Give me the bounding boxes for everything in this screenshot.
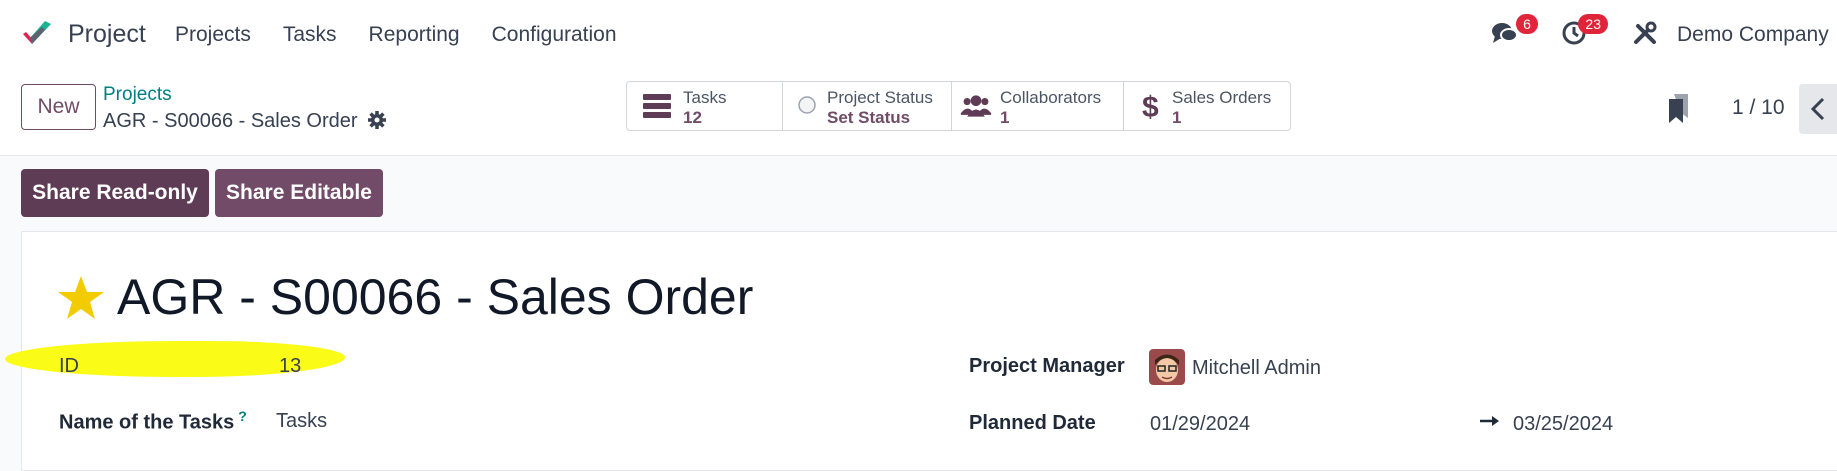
app-name[interactable]: Project [68,20,146,49]
status-circle-icon [798,96,816,114]
project-manager-field[interactable]: Mitchell Admin [1192,357,1321,380]
tools-icon [1634,21,1657,44]
smart-buttons: Tasks 12 Project Status Set Status Colla… [626,81,1291,131]
new-button[interactable]: New [21,84,96,130]
id-value: 13 [279,355,302,377]
favorite-star-icon[interactable] [57,275,105,321]
pager-value[interactable]: 1 / 10 [1732,96,1785,120]
project-status-value: Set Status [827,108,911,127]
record-title[interactable]: AGR - S00066 - Sales Order [117,268,753,326]
messages-badge: 6 [1516,14,1538,34]
menu-reporting[interactable]: Reporting [369,23,460,47]
users-icon [960,95,992,117]
messages-button[interactable]: 6 [1490,14,1538,52]
company-switcher[interactable]: Demo Company [1677,23,1829,47]
project-status-button[interactable]: Project Status Set Status [783,82,952,130]
tasks-name-field[interactable]: Tasks [276,410,327,433]
tasks-name-label: Name of the Tasks? [59,408,247,435]
arrow-right-icon [1480,416,1499,426]
breadcrumb-current: AGR - S00066 - Sales Order [103,110,358,132]
tasks-smart-button[interactable]: Tasks 12 [627,82,783,130]
project-manager-label: Project Manager [969,355,1125,377]
main-menu: Projects Tasks Reporting Configuration [175,23,617,47]
project-status-label: Project Status [827,88,933,107]
menu-tasks[interactable]: Tasks [283,23,337,47]
debug-tools-button[interactable] [1630,18,1664,52]
sales-orders-smart-button[interactable]: $ Sales Orders 1 [1124,82,1290,130]
gear-icon[interactable] [367,110,387,130]
chevron-left-icon [1810,97,1825,121]
activities-badge: 23 [1578,14,1608,34]
dollar-icon: $ [1142,92,1159,120]
collaborators-label: Collaborators [1000,88,1102,107]
id-label: ID [59,355,79,377]
pager-previous-button[interactable] [1799,84,1837,134]
planned-date-end[interactable]: 03/25/2024 [1513,413,1613,436]
bookmark-icon[interactable] [1666,92,1692,124]
share-editable-button[interactable]: Share Editable [215,169,383,217]
menu-configuration[interactable]: Configuration [492,23,617,47]
top-navbar: Project Projects Tasks Reporting Configu… [0,0,1837,70]
collaborators-smart-button[interactable]: Collaborators 1 [952,82,1124,130]
svg-text:$: $ [1142,92,1159,120]
tasks-count: 12 [683,108,702,127]
sales-orders-count: 1 [1172,108,1182,127]
breadcrumb-projects[interactable]: Projects [103,84,172,106]
control-panel: New Projects AGR - S00066 - Sales Order … [0,70,1837,156]
project-app-logo-icon[interactable] [20,18,54,52]
menu-projects[interactable]: Projects [175,23,251,47]
help-tooltip-icon[interactable]: ? [238,408,247,424]
avatar [1149,349,1185,385]
tasks-icon [643,94,671,118]
activities-button[interactable]: 23 [1560,14,1608,52]
sales-orders-label: Sales Orders [1172,88,1272,107]
planned-date-label: Planned Date [969,412,1096,434]
collaborators-count: 1 [1000,108,1010,127]
tasks-label: Tasks [683,88,727,107]
share-read-only-button[interactable]: Share Read-only [21,169,209,217]
planned-date-start[interactable]: 01/29/2024 [1150,413,1250,436]
tasks-name-label-text: Name of the Tasks [59,411,235,434]
